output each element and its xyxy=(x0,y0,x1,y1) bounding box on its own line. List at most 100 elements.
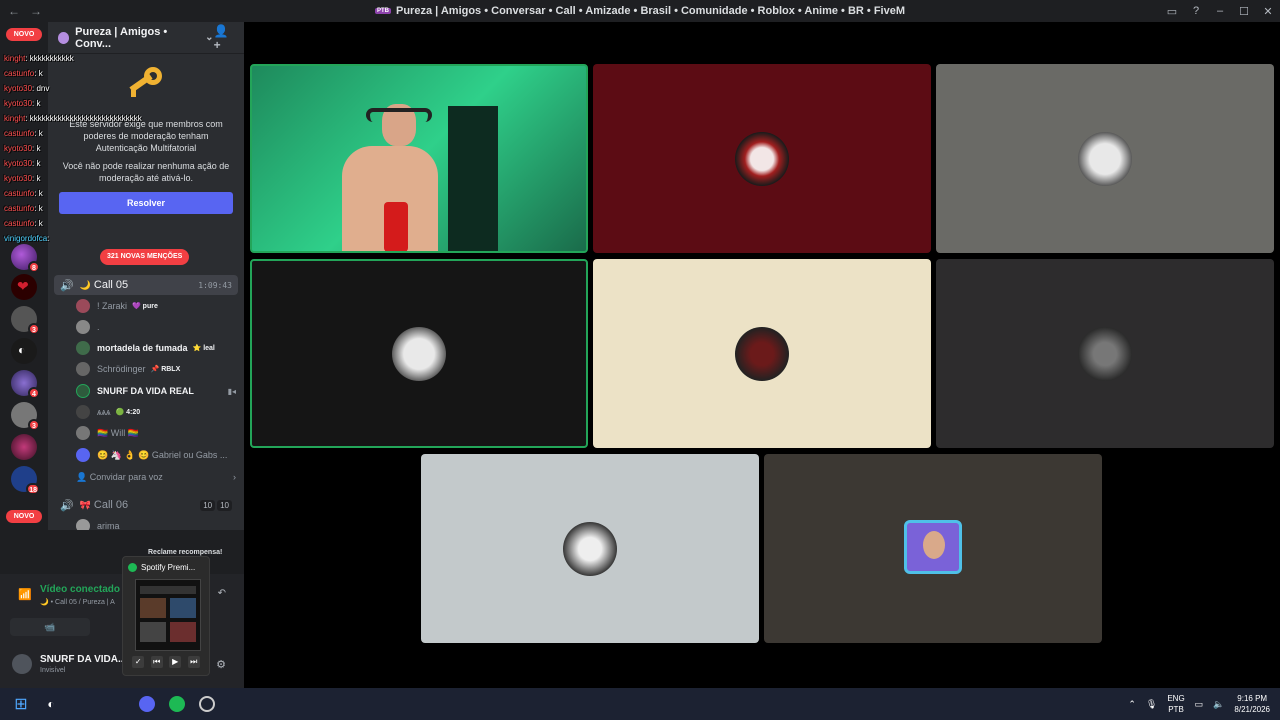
chat-text: : k xyxy=(34,219,43,228)
spotify-icon xyxy=(128,562,137,572)
server-icon[interactable]: ◐ xyxy=(11,338,37,364)
voice-user[interactable]: 😊 🦄 👌 😊 Gabriel ou Gabs ... xyxy=(76,446,236,464)
next-icon[interactable]: ⏭ xyxy=(187,656,200,668)
guild-name: Pureza | Amigos • Conv... xyxy=(75,25,168,50)
camera-button[interactable]: 📹 xyxy=(10,618,90,636)
invite-to-voice[interactable]: 👤 Convidar para voz › xyxy=(76,472,236,483)
voice-location[interactable]: 🌙 • Call 05 / Pureza | A xyxy=(40,598,115,606)
server-icon[interactable]: 3 xyxy=(11,306,40,335)
voice-user[interactable]: ѧѧѧ 🟢 4:20 xyxy=(76,403,236,421)
user-name: SNURF DA VIDA REAL xyxy=(97,386,194,396)
video-tile[interactable] xyxy=(593,259,931,448)
server-badge: 3 xyxy=(28,419,40,431)
user-name: Schrödinger xyxy=(97,364,146,374)
red-bottle xyxy=(384,202,408,251)
camera-icon: ▮◂ xyxy=(227,386,236,396)
discord-icon[interactable] xyxy=(136,693,158,715)
user-name: 🏳️‍🌈 Will 🏳️‍🌈 xyxy=(97,427,139,438)
microphone-icon[interactable]: 🎙 xyxy=(1146,699,1157,710)
video-tile[interactable] xyxy=(936,64,1274,253)
voice-user[interactable]: ! Zaraki 💜 pure xyxy=(76,297,236,315)
voice-channel-call06[interactable]: 🔊 🎀 Call 06 10 10 xyxy=(54,495,238,515)
help-icon[interactable]: ? xyxy=(1184,5,1208,17)
spotify-preview[interactable]: Spotify Premi... ✓ ⏮ ▶ ⏭ xyxy=(122,556,210,676)
voice-user[interactable]: SNURF DA VIDA REAL ▮◂ xyxy=(76,382,236,400)
system-tray: ⌃ 🎙 ENG PTB ▭ 🔈 9:16 PM 8/21/2026 xyxy=(1128,688,1270,720)
gear-icon[interactable]: ⚙ xyxy=(216,658,226,671)
avatar[interactable] xyxy=(12,654,32,674)
new-mentions-badge[interactable]: 321 NOVAS MENÇÕES xyxy=(100,249,190,265)
guild-header[interactable]: Pureza | Amigos • Conv... ⌄ 👤+ xyxy=(48,22,244,54)
display-icon[interactable]: ▭ xyxy=(1195,699,1204,710)
voice-user[interactable]: mortadela de fumada ⭐ leal xyxy=(76,339,236,357)
user-name: ѧѧѧ xyxy=(97,407,111,417)
chat-text: : k xyxy=(34,69,43,78)
back-button[interactable]: ← xyxy=(6,4,22,18)
chat-text: : kkkkkkkkkkkkkkkkkkkkkkkkkkkk xyxy=(25,114,142,123)
user-name: . xyxy=(97,322,100,332)
user-tag: 💜 pure xyxy=(132,303,158,310)
server-icon[interactable]: 3 xyxy=(11,402,40,431)
voice-user[interactable]: 🏳️‍🌈 Will 🏳️‍🌈 xyxy=(76,424,236,442)
chat-user: castunfo xyxy=(4,219,35,228)
like-icon[interactable]: ✓ xyxy=(132,656,145,668)
spotify-thumbnail[interactable] xyxy=(135,579,201,651)
add-member-icon[interactable]: 👤+ xyxy=(214,24,234,52)
channel-name: Call 05 xyxy=(93,279,129,291)
windows-start-icon[interactable]: ⊞ xyxy=(10,693,32,715)
heart-icon: ❤ xyxy=(17,278,29,294)
video-tile[interactable] xyxy=(764,454,1102,643)
chat-text: : xyxy=(47,234,50,243)
speaker-icon: 🔊 xyxy=(60,279,74,292)
video-tile[interactable] xyxy=(421,454,759,643)
chat-text: : dnv xyxy=(32,84,50,93)
video-tile-camera[interactable] xyxy=(250,64,588,253)
server-icon[interactable] xyxy=(11,434,37,460)
signal-icon[interactable]: 📶 xyxy=(18,588,32,601)
server-icon[interactable]: 8 xyxy=(11,244,40,273)
inbox-icon[interactable]: ▭ xyxy=(1160,5,1184,18)
chat-line: kyoto30: k xyxy=(4,174,40,183)
video-tile[interactable] xyxy=(936,259,1274,448)
voice-channel-call05[interactable]: 🔊 🌙 Call 05 1:09:43 xyxy=(54,275,238,295)
chat-text: : k xyxy=(34,204,43,213)
video-tile[interactable] xyxy=(593,64,931,253)
search-icon[interactable]: ◐ xyxy=(40,693,62,715)
video-tile[interactable] xyxy=(250,259,588,448)
voice-user[interactable]: Schrödinger 📌 RBLX xyxy=(76,360,236,378)
play-icon[interactable]: ▶ xyxy=(169,656,182,668)
chat-line: kinght: kkkkkkkkkkkkkkkkkkkkkkkkkkkk xyxy=(4,114,142,123)
chat-text: : k xyxy=(32,99,41,108)
mfa-notice: Este servidor exige que membros com pode… xyxy=(48,62,244,214)
close-button[interactable]: ✕ xyxy=(1256,5,1280,18)
add-user-icon: 👤 xyxy=(76,472,90,482)
chat-line: castunfo: k xyxy=(4,189,43,198)
chat-text: : k xyxy=(34,189,43,198)
guild-icon xyxy=(58,31,70,44)
volume-icon[interactable]: 🔈 xyxy=(1213,699,1224,710)
novo-badge-top: NOVO xyxy=(6,28,42,41)
forward-button[interactable]: → xyxy=(28,4,44,18)
server-icon[interactable]: 18 xyxy=(11,466,40,495)
app-icon[interactable] xyxy=(196,693,218,715)
server-icon[interactable]: ❤ xyxy=(11,274,37,300)
previous-icon[interactable]: ⏮ xyxy=(150,656,163,668)
resolve-button[interactable]: Resolver xyxy=(59,192,233,214)
avatar xyxy=(76,320,90,334)
avatar xyxy=(76,362,90,376)
voice-user[interactable]: . xyxy=(76,318,236,336)
chat-text: : k xyxy=(32,174,41,183)
voice-status: Vídeo conectado xyxy=(40,584,121,595)
chat-user: kyoto30 xyxy=(4,174,33,183)
minimize-button[interactable]: – xyxy=(1208,5,1232,17)
maximize-button[interactable]: ☐ xyxy=(1232,5,1256,18)
disconnect-icon[interactable]: ↶ xyxy=(218,588,226,599)
server-icon[interactable]: 4 xyxy=(11,370,40,399)
clock[interactable]: 9:16 PM 8/21/2026 xyxy=(1234,693,1270,715)
chevron-up-icon[interactable]: ⌃ xyxy=(1128,699,1136,710)
spotify-taskbar-icon[interactable] xyxy=(166,693,188,715)
server-badge: 18 xyxy=(26,483,40,495)
language-indicator[interactable]: ENG PTB xyxy=(1167,693,1184,715)
chat-user: castunfo xyxy=(4,204,35,213)
avatar xyxy=(563,521,617,576)
